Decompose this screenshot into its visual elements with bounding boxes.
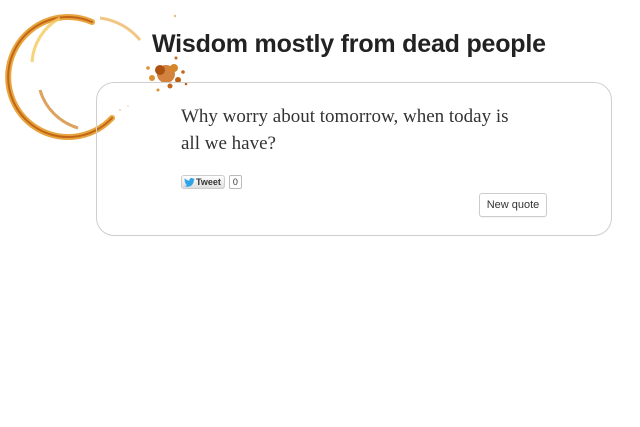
new-quote-button[interactable]: New quote: [479, 193, 547, 217]
tweet-widget: Tweet 0: [181, 175, 242, 189]
tweet-count: 0: [228, 175, 242, 189]
quote-card: Why worry about tomorrow, when today is …: [96, 82, 612, 236]
page-title: Wisdom mostly from dead people: [152, 30, 546, 58]
tweet-label: Tweet: [196, 177, 221, 187]
page: Wisdom mostly from dead people Why worry…: [0, 0, 640, 427]
twitter-bird-icon: [184, 177, 195, 187]
tweet-button[interactable]: Tweet: [181, 175, 225, 189]
quote-text: Why worry about tomorrow, when today is …: [181, 106, 509, 154]
